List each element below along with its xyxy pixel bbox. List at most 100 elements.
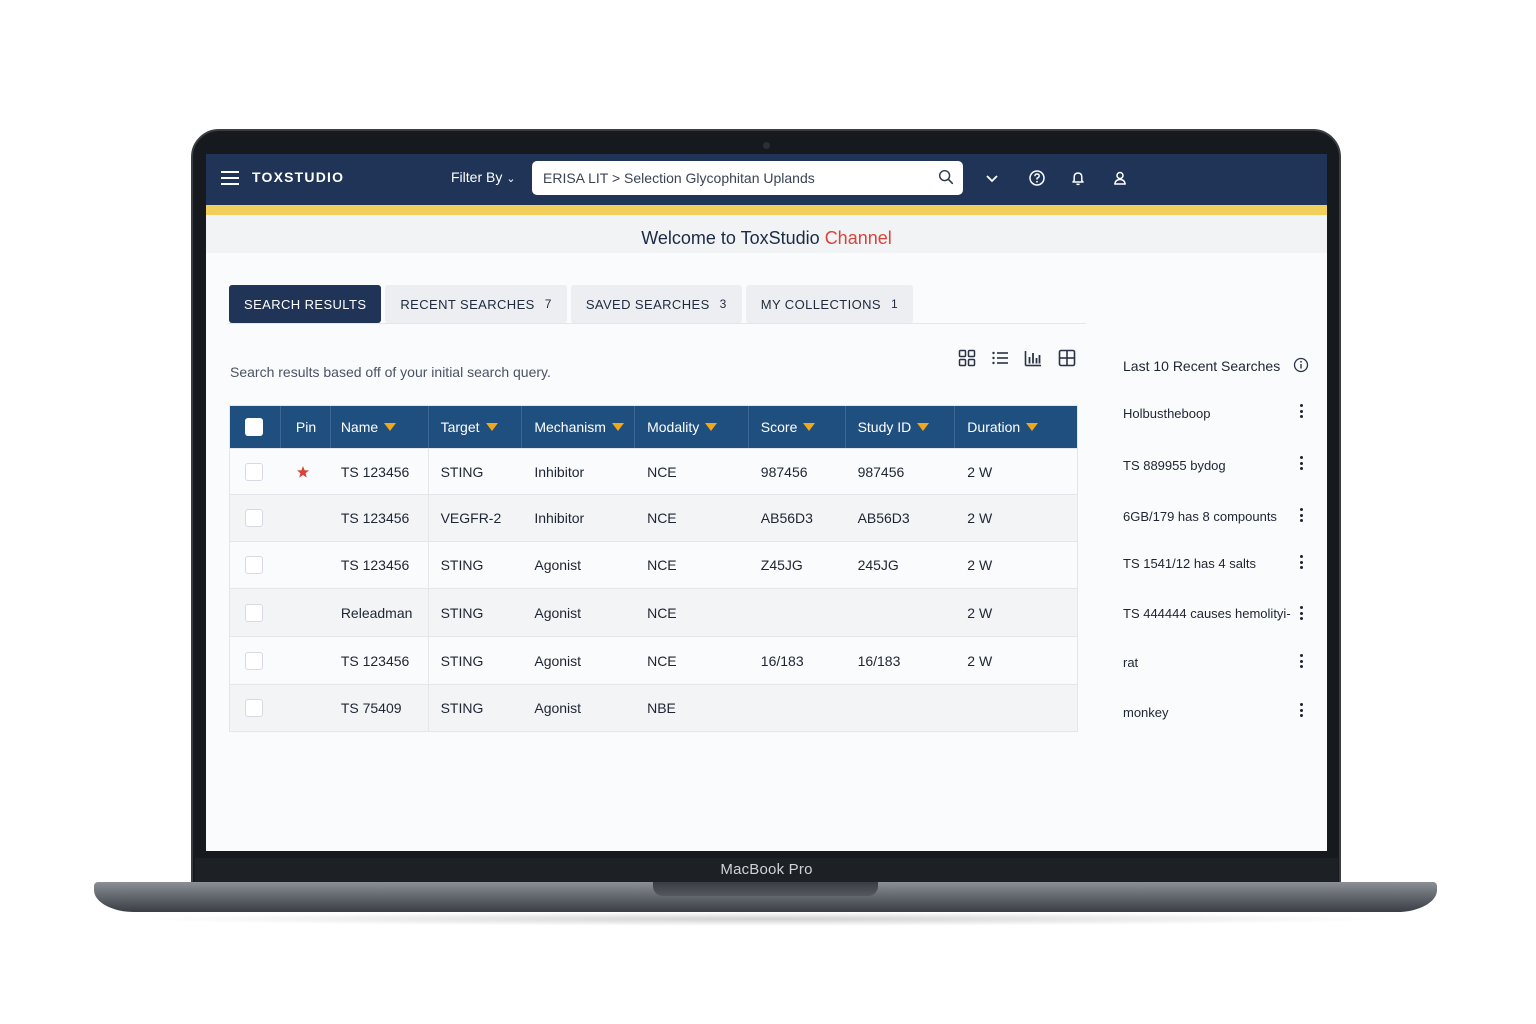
sort-arrow-icon xyxy=(917,423,930,431)
tab-search-results[interactable]: SEARCH RESULTS xyxy=(229,285,382,323)
help-icon[interactable] xyxy=(1027,168,1047,188)
column-header-target[interactable]: Target xyxy=(429,406,523,448)
tab-bar: SEARCH RESULTS RECENT SEARCHES 7 SAVED SE… xyxy=(229,285,914,323)
more-options-icon[interactable] xyxy=(1296,404,1306,420)
row-select-cell xyxy=(230,589,281,636)
table-row[interactable]: TS 123456 STING Agonist NCE Z45JG 245JG … xyxy=(230,541,1077,588)
tab-my-collections[interactable]: MY COLLECTIONS 1 xyxy=(745,285,914,323)
modality-cell: NCE xyxy=(647,510,677,526)
more-options-icon[interactable] xyxy=(1296,703,1306,719)
target-cell: STING xyxy=(440,700,484,716)
sort-arrow-icon xyxy=(1026,423,1039,431)
column-header-study-id[interactable]: Study ID xyxy=(846,406,956,448)
table-row[interactable]: TS 123456 STING Agonist NCE 16/183 16/18… xyxy=(230,636,1077,684)
recent-search-item[interactable]: rat xyxy=(1123,655,1138,670)
table-view-icon[interactable] xyxy=(1058,349,1076,367)
column-header-name[interactable]: Name xyxy=(331,406,429,448)
search-input[interactable]: ERISA LIT > Selection Glycophitan Upland… xyxy=(532,161,963,195)
row-checkbox[interactable] xyxy=(245,509,263,527)
column-label: Name xyxy=(340,419,379,435)
modality-cell: NCE xyxy=(647,604,677,621)
camera xyxy=(763,142,770,149)
filter-by-dropdown[interactable]: Filter By ⌄ xyxy=(451,169,516,185)
top-bar: TOXSTUDIO Filter By ⌄ ERISA LIT > Selecti… xyxy=(206,154,1327,205)
sort-arrow-icon xyxy=(611,423,624,431)
target-cell: STING xyxy=(440,557,484,573)
score-cell: Z45JG xyxy=(760,557,803,573)
pin-icon[interactable] xyxy=(296,465,310,479)
search-icon[interactable] xyxy=(937,168,955,186)
study-id-cell xyxy=(846,589,956,636)
study-id-cell: 987456 xyxy=(857,463,905,480)
mechanism-cell: Agonist xyxy=(534,557,582,573)
menu-icon[interactable] xyxy=(221,171,239,185)
chevron-down-icon[interactable] xyxy=(982,168,1002,188)
row-select-cell xyxy=(230,637,281,684)
column-header-modality[interactable]: Modality xyxy=(635,406,749,448)
table-row[interactable]: TS 123456 STING Inhibitor NCE 987456 987… xyxy=(230,448,1077,494)
row-select-cell xyxy=(230,542,281,588)
mechanism-cell: Agonist xyxy=(534,604,582,621)
row-checkbox[interactable] xyxy=(245,699,263,717)
select-all-checkbox[interactable] xyxy=(245,418,263,436)
tab-count: 1 xyxy=(890,297,899,311)
column-header-duration[interactable]: Duration xyxy=(955,406,1077,448)
device-label: MacBook Pro xyxy=(720,861,813,878)
recent-search-item[interactable]: 6GB/179 has 8 compounts xyxy=(1123,509,1277,524)
results-table: Pin Name Target Mechanism Modality Score… xyxy=(229,405,1078,732)
recent-search-item[interactable]: TS 889955 bydog xyxy=(1123,458,1226,473)
row-checkbox[interactable] xyxy=(245,462,263,481)
more-options-icon[interactable] xyxy=(1296,555,1306,571)
tab-label: SAVED SEARCHES xyxy=(585,296,710,312)
table-row[interactable]: TS 123456 VEGFR-2 Inhibitor NCE AB56D3 A… xyxy=(230,494,1077,541)
sort-arrow-icon xyxy=(705,423,718,431)
modality-cell: NCE xyxy=(647,463,677,480)
target-cell: STING xyxy=(440,652,484,669)
name-cell: TS 123456 xyxy=(331,495,429,541)
column-header-mechanism[interactable]: Mechanism xyxy=(522,406,636,448)
row-checkbox[interactable] xyxy=(245,603,263,622)
info-icon[interactable] xyxy=(1293,357,1309,373)
name-cell: TS 123456 xyxy=(331,542,429,588)
more-options-icon[interactable] xyxy=(1296,456,1306,472)
more-options-icon[interactable] xyxy=(1296,508,1306,524)
study-id-cell: 16/183 xyxy=(857,652,901,669)
mechanism-cell: Agonist xyxy=(534,700,582,716)
bell-icon[interactable] xyxy=(1068,168,1088,188)
recent-search-item[interactable]: TS 1541/12 has 4 salts xyxy=(1123,556,1256,571)
table-row[interactable]: TS 75409 STING Agonist NBE xyxy=(230,684,1077,731)
more-options-icon[interactable] xyxy=(1296,606,1306,622)
column-header-score[interactable]: Score xyxy=(749,406,846,448)
target-cell: STING xyxy=(440,604,484,621)
column-header-pin[interactable]: Pin xyxy=(281,406,331,448)
column-label: Pin xyxy=(295,419,317,435)
more-options-icon[interactable] xyxy=(1296,654,1306,670)
recent-search-item[interactable]: Holbustheboop xyxy=(1123,406,1210,421)
target-cell: VEGFR-2 xyxy=(440,510,502,526)
score-cell: 16/183 xyxy=(760,652,804,669)
tab-recent-searches[interactable]: RECENT SEARCHES 7 xyxy=(385,285,567,323)
row-checkbox[interactable] xyxy=(245,651,263,670)
study-id-cell: 245JG xyxy=(857,557,899,573)
tab-saved-searches[interactable]: SAVED SEARCHES 3 xyxy=(570,285,742,323)
list-view-icon[interactable] xyxy=(991,349,1009,367)
recent-search-item[interactable]: TS 444444 causes hemolityi- xyxy=(1123,606,1291,621)
row-checkbox[interactable] xyxy=(245,556,263,574)
name-cell: Releadman xyxy=(331,589,429,636)
column-label: Duration xyxy=(967,419,1021,435)
score-cell: AB56D3 xyxy=(760,510,813,526)
chart-view-icon[interactable] xyxy=(1024,349,1042,367)
accent-stripe xyxy=(206,205,1327,215)
results-caption: Search results based off of your initial… xyxy=(230,364,551,380)
sort-arrow-icon xyxy=(384,423,397,431)
name-cell: TS 123456 xyxy=(331,637,429,684)
name-cell: TS 123456 xyxy=(331,449,429,494)
grid-view-icon[interactable] xyxy=(958,349,976,367)
recent-search-item[interactable]: monkey xyxy=(1123,705,1169,720)
app-brand[interactable]: TOXSTUDIO xyxy=(252,169,344,185)
user-icon[interactable] xyxy=(1110,168,1130,188)
duration-cell xyxy=(955,685,1077,731)
table-row[interactable]: Releadman STING Agonist NCE 2 W xyxy=(230,588,1077,636)
study-id-cell: AB56D3 xyxy=(857,510,910,526)
sort-arrow-icon xyxy=(485,423,498,431)
